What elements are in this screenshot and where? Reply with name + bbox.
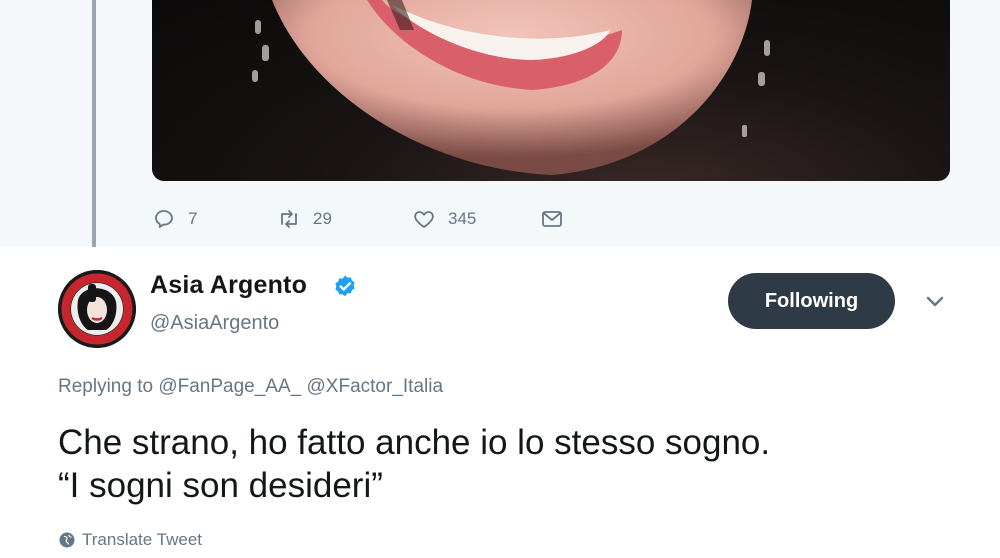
translate-tweet-link[interactable]: Translate Tweet [58, 530, 202, 550]
author-handle[interactable]: @AsiaArgento [150, 312, 279, 335]
author-display-name[interactable]: Asia Argento [150, 271, 307, 300]
replying-to-line: Replying to @FanPage_AA_ @XFactor_Italia [58, 376, 443, 398]
direct-message-button[interactable] [540, 207, 580, 231]
retweet-button[interactable]: 29 [277, 207, 412, 231]
avatar-image [58, 270, 136, 348]
like-count: 345 [448, 209, 477, 228]
replying-to-prefix: Replying to [58, 376, 154, 397]
verified-badge-icon [335, 275, 355, 297]
tweet-media-photo[interactable] [152, 0, 950, 181]
tweet-text: Che strano, ho fatto anche io lo stesso … [58, 421, 978, 507]
retweet-count: 29 [313, 209, 332, 228]
thread-connector-line [92, 0, 96, 258]
chevron-down-icon[interactable] [922, 292, 948, 312]
globe-icon [59, 532, 75, 548]
mention-link[interactable]: @FanPage_AA_ [158, 376, 301, 397]
envelope-icon [542, 211, 562, 227]
avatar[interactable] [58, 270, 136, 348]
mention-link[interactable]: @XFactor_Italia [307, 376, 444, 397]
reply-count: 7 [188, 209, 198, 228]
like-button[interactable]: 345 [412, 207, 540, 231]
retweet-icon [281, 210, 297, 228]
translate-tweet-label: Translate Tweet [82, 530, 203, 549]
tweet-text-line: “I sogni son desideri” [58, 466, 383, 505]
tweet-text-line: Che strano, ho fatto anche io lo stesso … [58, 423, 771, 462]
photo-image [252, 0, 770, 175]
tweet-action-bar: 7 29 345 [152, 203, 580, 235]
reply-button[interactable]: 7 [152, 207, 272, 231]
previous-tweet: 7 29 345 [0, 0, 1000, 247]
following-button[interactable]: Following [728, 273, 895, 329]
heart-icon [414, 211, 434, 228]
reply-icon [155, 210, 173, 228]
